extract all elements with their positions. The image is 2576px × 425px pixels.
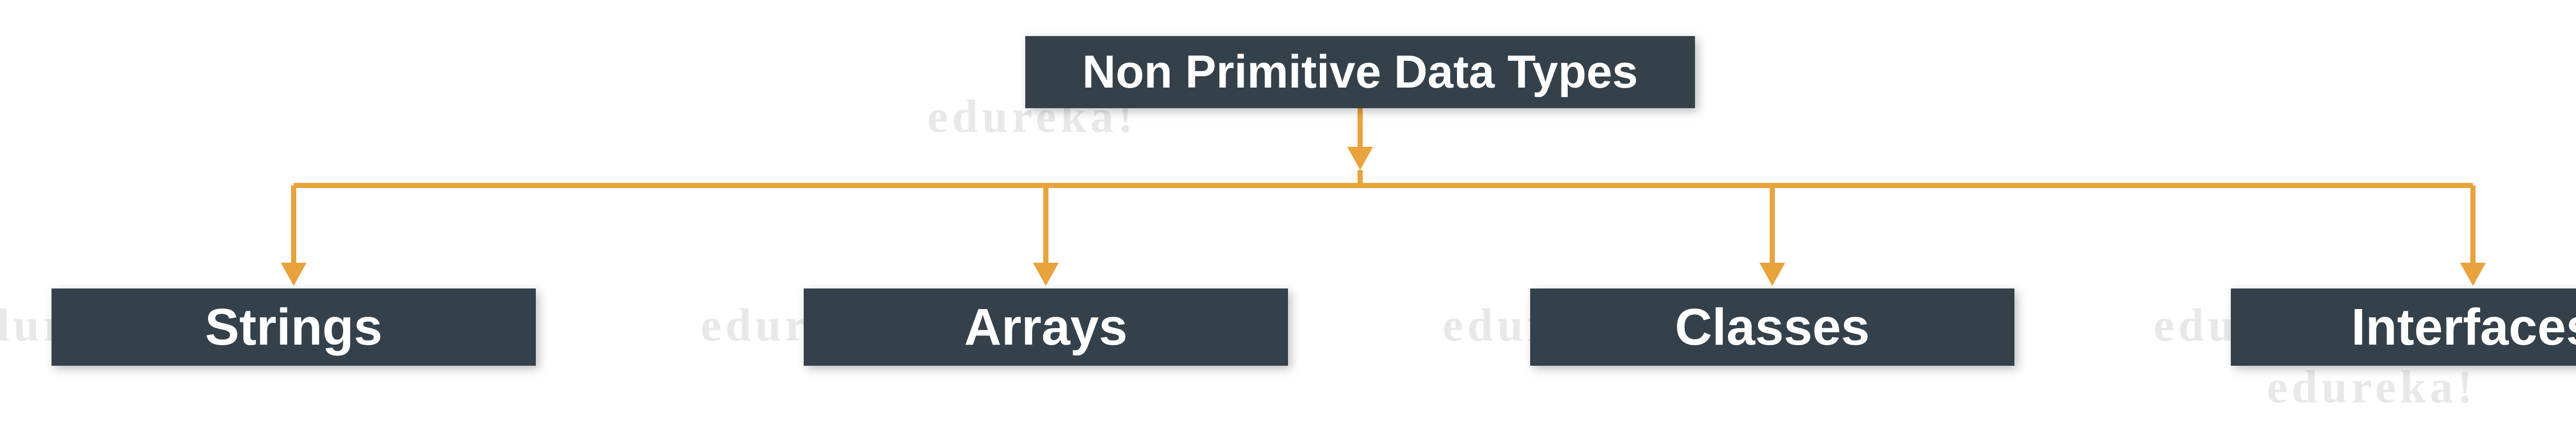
child-node-interfaces: Interfaces <box>2231 288 2576 366</box>
child-node-label: Strings <box>205 298 382 357</box>
child-node-label: Interfaces <box>2351 298 2576 357</box>
child-node-strings: Strings <box>52 288 536 366</box>
child-node-classes: Classes <box>1530 288 2014 366</box>
child-node-label: Arrays <box>964 298 1128 357</box>
root-node: Non Primitive Data Types <box>1025 36 1695 108</box>
child-node-arrays: Arrays <box>804 288 1288 366</box>
root-node-label: Non Primitive Data Types <box>1082 46 1638 99</box>
child-node-label: Classes <box>1675 298 1870 357</box>
